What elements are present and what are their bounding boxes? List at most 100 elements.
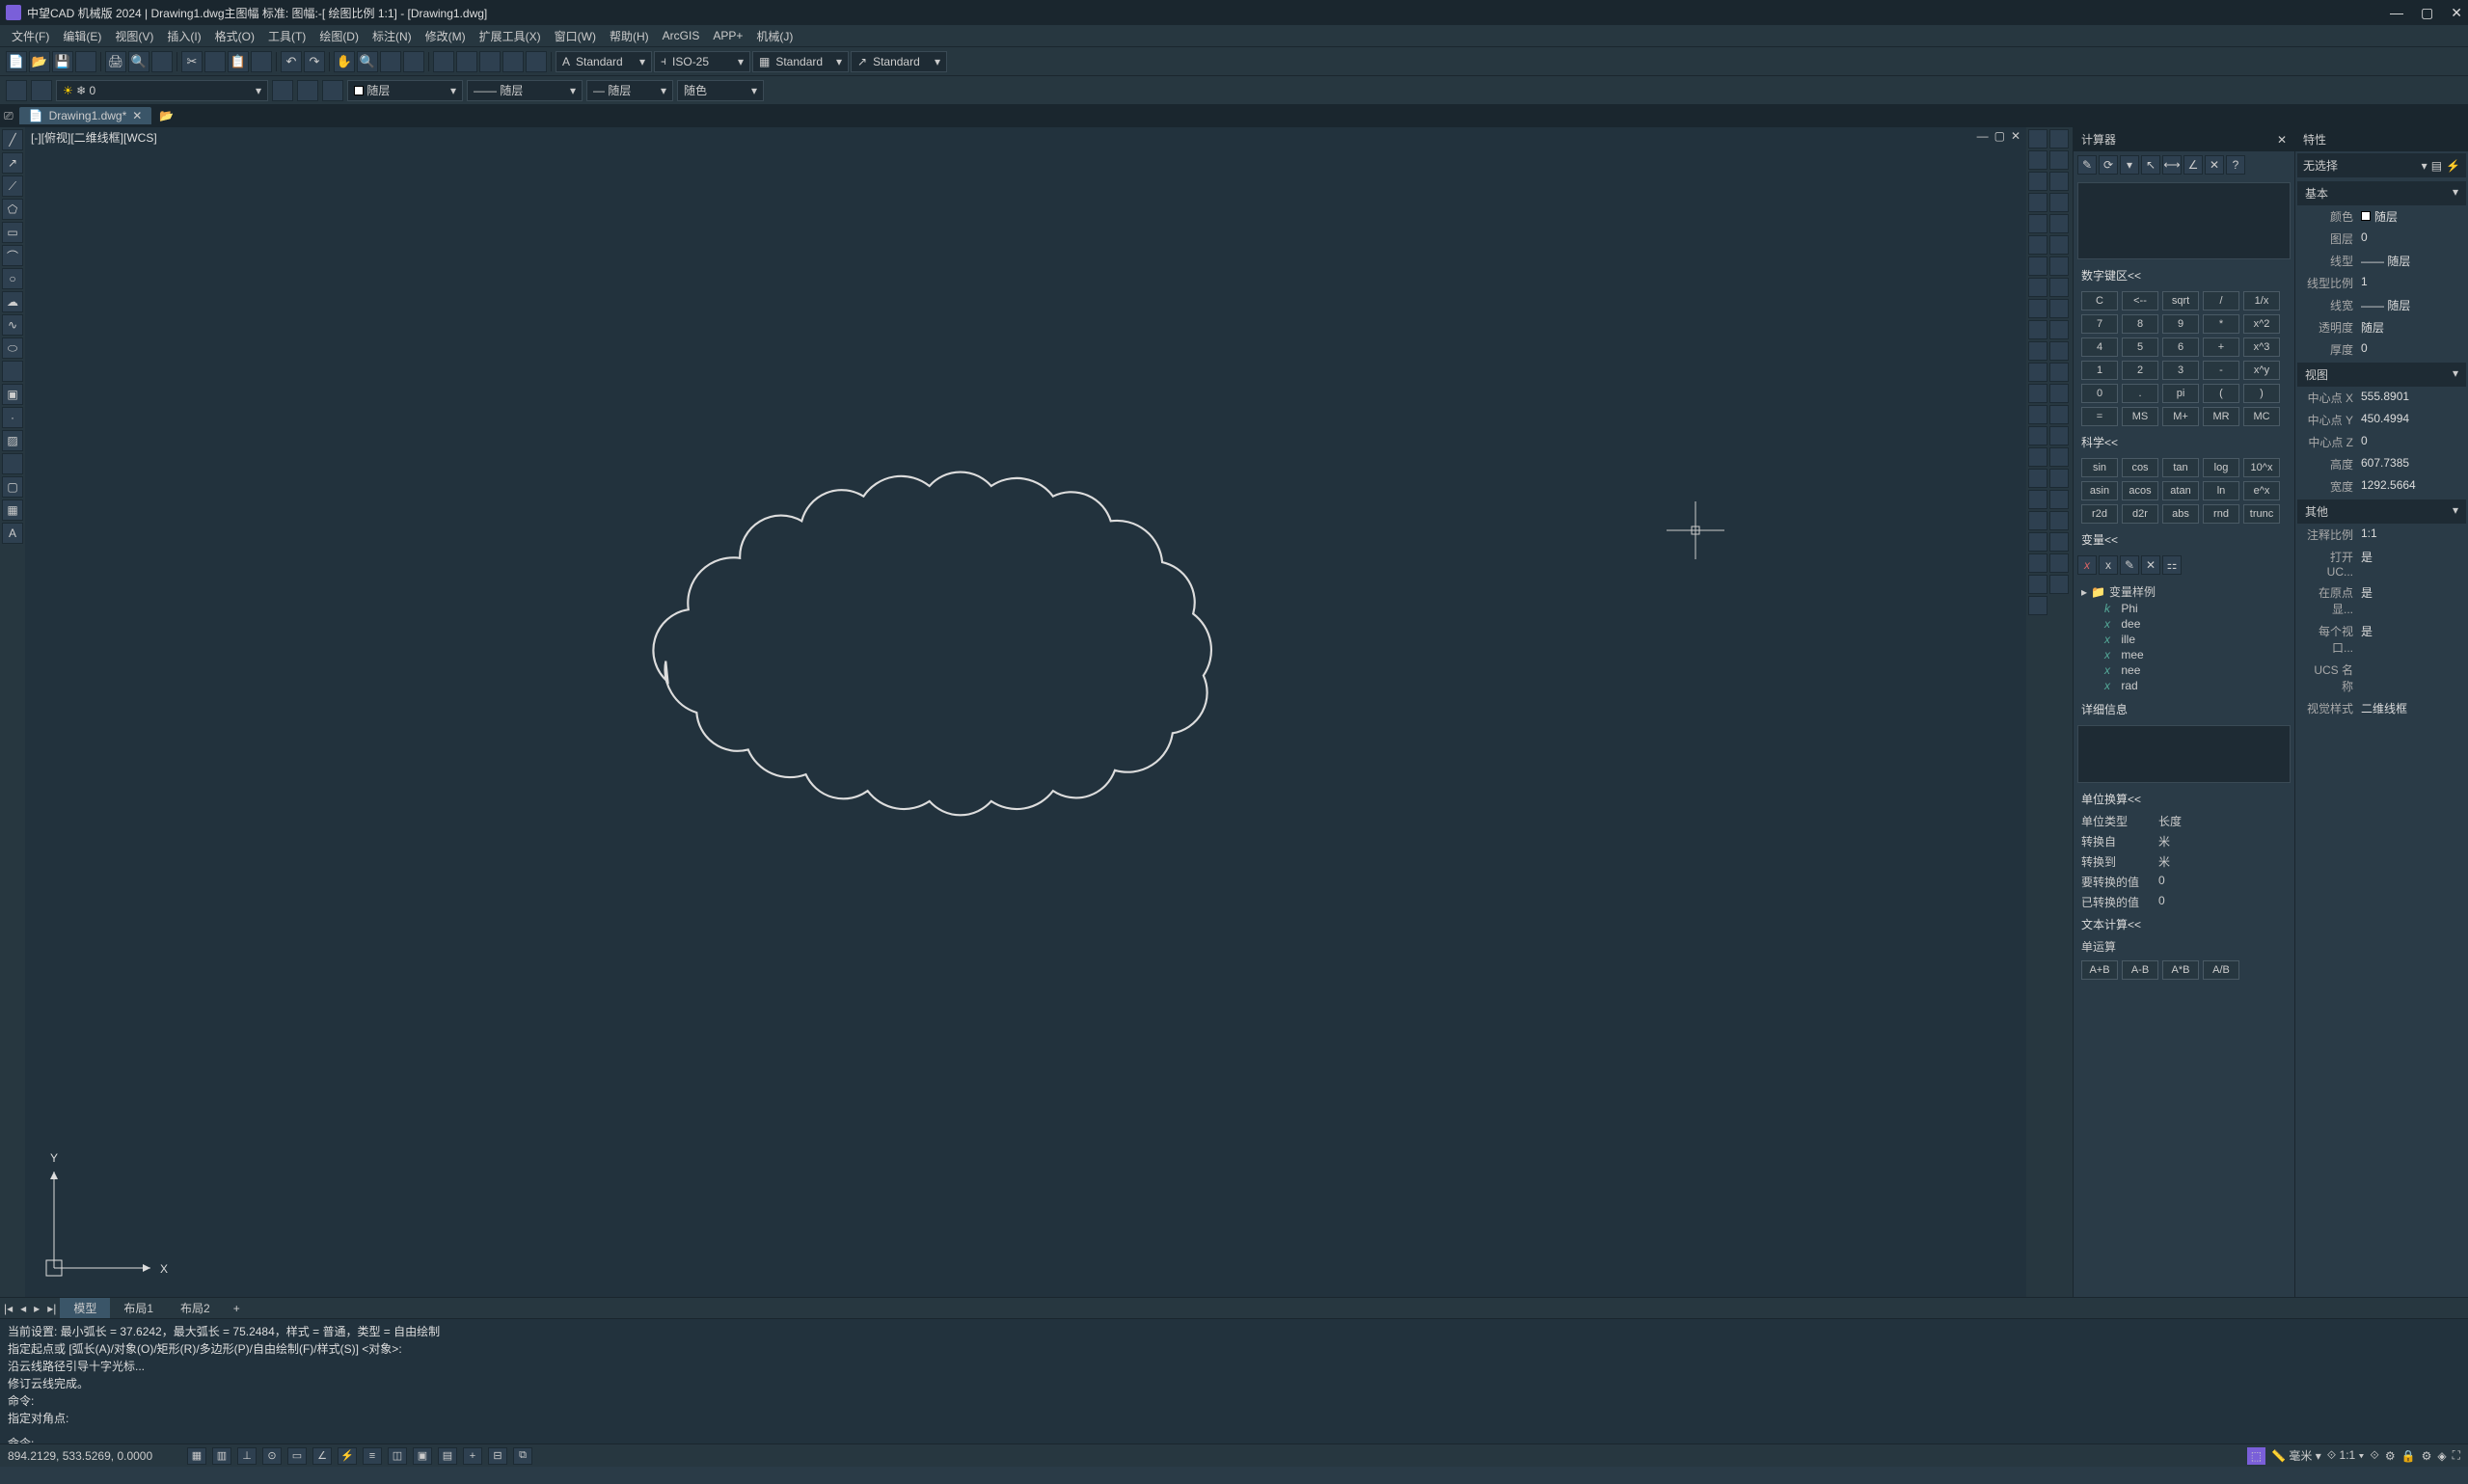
prop-atorig[interactable]: 是: [2361, 584, 2460, 617]
prop-pervp[interactable]: 是: [2361, 623, 2460, 656]
prop-layer[interactable]: 0: [2361, 230, 2460, 247]
minimize-button[interactable]: —: [2390, 5, 2403, 21]
rect-tool[interactable]: ▭: [2, 222, 23, 243]
calc-key-M[interactable]: M+: [2162, 407, 2199, 426]
props-button[interactable]: [433, 51, 454, 72]
calc-key-[interactable]: ): [2243, 384, 2280, 403]
xline-tool[interactable]: ↗: [2, 152, 23, 174]
calc-clear-icon[interactable]: ✎: [2077, 155, 2097, 175]
calc-key-3[interactable]: 3: [2162, 361, 2199, 380]
calc-textop[interactable]: A*B: [2162, 960, 2199, 980]
trim-tool[interactable]: [2049, 214, 2069, 233]
dim-tedit-tool[interactable]: [2049, 426, 2069, 445]
polygon-tool[interactable]: ⬠: [2, 199, 23, 220]
status-lock-icon[interactable]: 🔒: [2401, 1449, 2416, 1463]
spline-tool[interactable]: ∿: [2, 314, 23, 336]
calc-key-tan[interactable]: tan: [2162, 458, 2199, 477]
calc-key-sin[interactable]: sin: [2081, 458, 2118, 477]
prop-center-y[interactable]: 450.4994: [2361, 412, 2460, 428]
region-tool[interactable]: ▢: [2, 476, 23, 498]
dim-ord-tool[interactable]: [2028, 363, 2048, 382]
status-annovis-icon[interactable]: ⟐: [2370, 1448, 2378, 1463]
sc-toggle[interactable]: ▤: [438, 1447, 457, 1465]
leader-tool[interactable]: [2049, 384, 2069, 403]
calc-textop[interactable]: A+B: [2081, 960, 2118, 980]
tab-layout1[interactable]: 布局1: [110, 1298, 167, 1318]
menu-window[interactable]: 窗口(W): [549, 26, 602, 46]
dim-style-dropdown[interactable]: ⫞ ISO-25▾: [654, 51, 750, 72]
dim-base-tool[interactable]: [2028, 384, 2048, 403]
gradient-tool[interactable]: [2, 453, 23, 474]
dyn-toggle[interactable]: ≡: [363, 1447, 382, 1465]
calc-key-trunc[interactable]: trunc: [2243, 504, 2280, 524]
ucs-obj-tool[interactable]: [2049, 511, 2069, 530]
tp-button[interactable]: [479, 51, 501, 72]
qp-toggle[interactable]: ▣: [413, 1447, 432, 1465]
snap-grid-toggle[interactable]: ▦: [187, 1447, 206, 1465]
inquiry-mass-tool[interactable]: [2028, 469, 2048, 488]
calc-text-header[interactable]: 文本计算<<: [2074, 912, 2294, 936]
calc-int-icon[interactable]: ✕: [2205, 155, 2224, 175]
calc-key-MC[interactable]: MC: [2243, 407, 2280, 426]
inquiry-list-tool[interactable]: [2049, 469, 2069, 488]
ws-toggle[interactable]: ⊟: [488, 1447, 507, 1465]
menu-tools[interactable]: 工具(T): [262, 26, 312, 46]
snap-mode-toggle[interactable]: ▥: [212, 1447, 231, 1465]
undo-button[interactable]: ↶: [281, 51, 302, 72]
block-tool[interactable]: ▣: [2, 384, 23, 405]
var-x-icon[interactable]: x: [2077, 555, 2097, 575]
drawing-canvas[interactable]: [-][俯视][二维线框][WCS] — ▢ ✕ X Y: [25, 127, 2026, 1297]
status-coords[interactable]: 894.2129, 533.5269, 0.0000: [8, 1449, 181, 1463]
prop-lweight[interactable]: —— 随层: [2361, 297, 2460, 313]
chamfer-tool[interactable]: [2049, 256, 2069, 276]
point-tool[interactable]: ·: [2, 407, 23, 428]
calc-key-atan[interactable]: atan: [2162, 481, 2199, 500]
centermark-tool[interactable]: [2049, 405, 2069, 424]
dc-button[interactable]: [456, 51, 477, 72]
menu-help[interactable]: 帮助(H): [604, 26, 655, 46]
calc-key-[interactable]: (: [2203, 384, 2239, 403]
calculator-display[interactable]: [2077, 182, 2291, 259]
calc-key-2[interactable]: 2: [2122, 361, 2158, 380]
osnap-toggle[interactable]: ▭: [287, 1447, 307, 1465]
doc-home-icon[interactable]: ⎚: [4, 109, 14, 123]
calc-getpt-icon[interactable]: ↖: [2141, 155, 2160, 175]
layer-dropdown[interactable]: ☀ ❄ 0▾: [56, 80, 268, 101]
tolerance-tool[interactable]: [2028, 405, 2048, 424]
calc-key-MS[interactable]: MS: [2122, 407, 2158, 426]
calc-pick-icon[interactable]: ▾: [2120, 155, 2139, 175]
calc-unit-header[interactable]: 单位换算<<: [2074, 787, 2294, 811]
pline-tool[interactable]: ⟋: [2, 175, 23, 197]
doc-new-icon[interactable]: 📂: [159, 109, 174, 122]
calc-key-6[interactable]: 6: [2162, 337, 2199, 357]
dim-linear-tool[interactable]: [2028, 299, 2048, 318]
calc-key-5[interactable]: 5: [2122, 337, 2158, 357]
preview-button[interactable]: 🔍: [128, 51, 149, 72]
ml-style-dropdown[interactable]: ↗ Standard▾: [851, 51, 947, 72]
open-button[interactable]: 📂: [29, 51, 50, 72]
ltype-dropdown[interactable]: —— 随层▾: [467, 80, 583, 101]
var-calc-icon[interactable]: ⚏: [2162, 555, 2182, 575]
join-tool[interactable]: [2028, 256, 2048, 276]
status-model-icon[interactable]: ⬚: [2247, 1447, 2265, 1465]
calc-key-[interactable]: +: [2203, 337, 2239, 357]
tab-prev-icon[interactable]: ◂: [16, 1300, 30, 1317]
menu-mech[interactable]: 机械(J): [750, 26, 799, 46]
calc-numpad-header[interactable]: 数字键区<<: [2074, 263, 2294, 287]
ucs-world-tool[interactable]: [2028, 511, 2048, 530]
arc-tool[interactable]: ⌒: [2, 245, 23, 266]
print-button[interactable]: 🖨: [105, 51, 126, 72]
sk-button[interactable]: [526, 51, 547, 72]
menu-file[interactable]: 文件(F): [6, 26, 55, 46]
props-sec-other[interactable]: 其他▾: [2297, 499, 2466, 524]
redo-button[interactable]: ↷: [304, 51, 325, 72]
calc-detail-header[interactable]: 详细信息: [2074, 697, 2294, 721]
calc-key-sqrt[interactable]: sqrt: [2162, 291, 2199, 310]
prop-center-z[interactable]: 0: [2361, 434, 2460, 450]
calc-key-d2r[interactable]: d2r: [2122, 504, 2158, 524]
zoom-win-button[interactable]: [380, 51, 401, 72]
dim-diameter-tool[interactable]: [2049, 320, 2069, 339]
prop-color[interactable]: 随层: [2361, 208, 2460, 225]
maximize-button[interactable]: ▢: [2421, 5, 2433, 21]
break-tool[interactable]: [2049, 235, 2069, 255]
